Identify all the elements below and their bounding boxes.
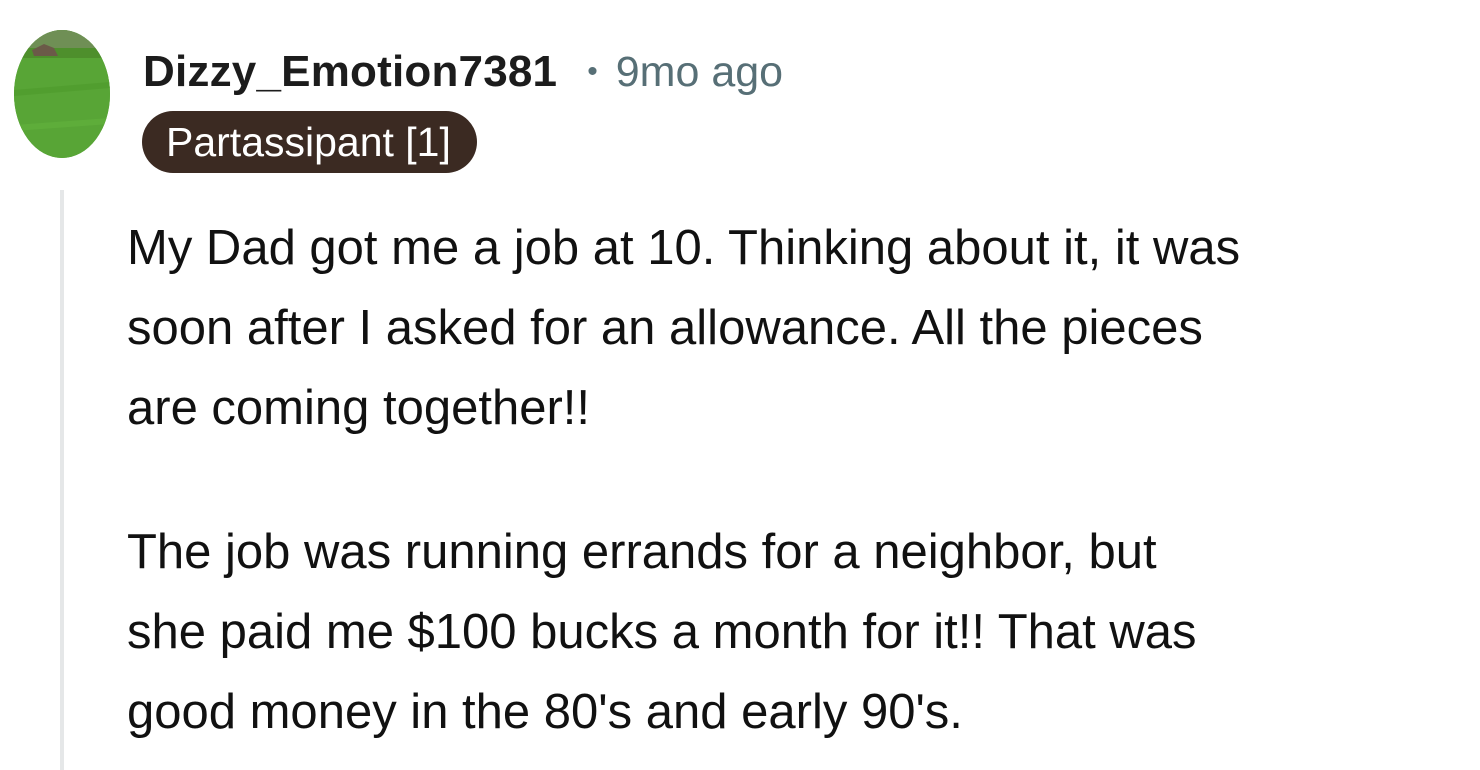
thread-line[interactable] <box>60 190 64 770</box>
comment-paragraph: The job was running errands for a neighb… <box>127 525 1197 739</box>
username-link[interactable]: Dizzy_Emotion7381 <box>143 47 557 97</box>
avatar[interactable] <box>14 30 110 158</box>
separator-dot: • <box>587 55 598 88</box>
comment-header: Dizzy_Emotion7381 • 9mo ago <box>143 44 783 100</box>
timestamp[interactable]: 9mo ago <box>616 48 783 97</box>
avatar-image <box>14 30 110 158</box>
comment-paragraph: My Dad got me a job at 10. Thinking abou… <box>127 221 1241 435</box>
user-flair-badge: Partassipant [1] <box>142 111 477 173</box>
comment-body: My Dad got me a job at 10. Thinking abou… <box>127 208 1467 752</box>
